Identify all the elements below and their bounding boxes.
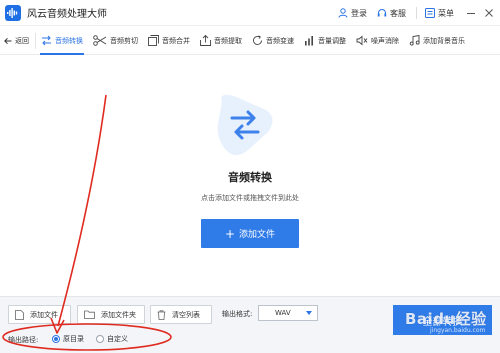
- clear-list-label: 清空列表: [172, 310, 200, 319]
- watermark-url: jingyan.baidu.com: [430, 327, 486, 334]
- tab-audio-speed[interactable]: 音频变速: [247, 27, 299, 55]
- radio-original-dir[interactable]: 原目录: [52, 334, 84, 344]
- output-format-label: 输出格式:: [222, 310, 253, 318]
- music-note-icon: [409, 35, 420, 46]
- login-button[interactable]: 登录: [338, 8, 367, 19]
- drop-zone[interactable]: 音频转换 点击添加文件或拖拽文件到此处 + 添加文件: [0, 56, 500, 296]
- tab-volume-adjust-label: 音量调整: [318, 36, 346, 45]
- output-format-select[interactable]: WAV: [258, 305, 318, 321]
- watermark-logo: Baidu经验: [405, 310, 487, 328]
- bottom-add-file-label: 添加文件: [30, 310, 58, 319]
- convert-icon: [42, 35, 51, 46]
- radio-custom-dir-label: 自定义: [107, 335, 128, 343]
- minimize-icon: [467, 13, 475, 14]
- tab-noise-removal[interactable]: 噪声消除: [351, 27, 404, 55]
- back-label: 返回: [15, 36, 29, 45]
- add-folder-label: 添加文件夹: [101, 310, 136, 319]
- radio-custom-dir[interactable]: 自定义: [96, 334, 128, 344]
- tab-volume-adjust[interactable]: 音量调整: [299, 27, 351, 55]
- minimize-button[interactable]: [464, 6, 478, 20]
- tab-audio-cut[interactable]: 音频剪切: [88, 27, 143, 55]
- close-button[interactable]: [482, 6, 496, 20]
- clear-list-button[interactable]: 清空列表: [150, 305, 212, 324]
- add-file-button-label: 添加文件: [239, 230, 276, 240]
- tab-audio-cut-label: 音频剪切: [110, 36, 138, 45]
- tab-audio-convert[interactable]: 音频转换: [36, 27, 88, 55]
- output-path-label: 输出路径:: [8, 336, 39, 344]
- tab-add-bgm-label: 添加背景音乐: [423, 36, 465, 45]
- radio-unchecked-icon: [96, 335, 104, 343]
- bottom-add-file-button[interactable]: 添加文件: [8, 305, 71, 324]
- scissors-icon: [93, 35, 107, 46]
- tab-add-bgm[interactable]: 添加背景音乐: [404, 27, 470, 55]
- speed-icon: [253, 35, 262, 45]
- noise-icon: [356, 35, 368, 46]
- app-title: 风云音频处理大师: [27, 9, 107, 20]
- add-file-button[interactable]: + 添加文件: [201, 219, 299, 248]
- tab-audio-extract-label: 音频提取: [214, 36, 242, 45]
- login-label: 登录: [351, 8, 367, 18]
- file-icon: [15, 309, 24, 320]
- menu-label: 菜单: [438, 8, 454, 18]
- add-folder-button[interactable]: 添加文件夹: [77, 305, 145, 324]
- function-toolbar: 返回 音频转换 音频剪切 音频合并 音频提取 音频变速 音量调整 噪声消除 添加…: [0, 27, 500, 55]
- tab-noise-removal-label: 噪声消除: [371, 36, 399, 45]
- plus-icon: +: [224, 226, 236, 241]
- title-separator: [416, 7, 417, 19]
- page-title: 音频转换: [228, 171, 272, 184]
- tab-audio-speed-label: 音频变速: [266, 36, 294, 45]
- title-bar: 风云音频处理大师 登录 客服 菜单: [0, 0, 500, 26]
- extract-icon: [200, 35, 211, 46]
- volume-icon: [305, 36, 313, 46]
- menu-button[interactable]: 菜单: [425, 8, 454, 19]
- support-button[interactable]: 客服: [377, 8, 406, 19]
- back-button[interactable]: 返回: [0, 32, 36, 49]
- headset-icon: [377, 9, 387, 17]
- menu-icon: [425, 8, 435, 18]
- tab-audio-extract[interactable]: 音频提取: [195, 27, 247, 55]
- radio-original-dir-label: 原目录: [63, 335, 84, 343]
- app-logo-icon: [5, 4, 21, 21]
- folder-icon: [84, 310, 95, 319]
- close-icon: [485, 9, 493, 17]
- radio-checked-icon: [52, 335, 60, 343]
- support-label: 客服: [390, 8, 406, 18]
- output-format-value: WAV: [275, 309, 291, 317]
- arrow-left-icon: [4, 37, 12, 44]
- convert-hero-icon: [217, 94, 273, 155]
- drop-hint: 点击添加文件或拖拽文件到此处: [201, 194, 299, 202]
- merge-icon: [148, 35, 159, 46]
- tab-audio-merge-label: 音频合并: [162, 36, 190, 45]
- tab-audio-merge[interactable]: 音频合并: [143, 27, 195, 55]
- tab-audio-convert-label: 音频转换: [55, 36, 83, 45]
- user-icon: [338, 8, 348, 18]
- chevron-down-icon: [306, 311, 312, 315]
- trash-icon: [157, 309, 166, 320]
